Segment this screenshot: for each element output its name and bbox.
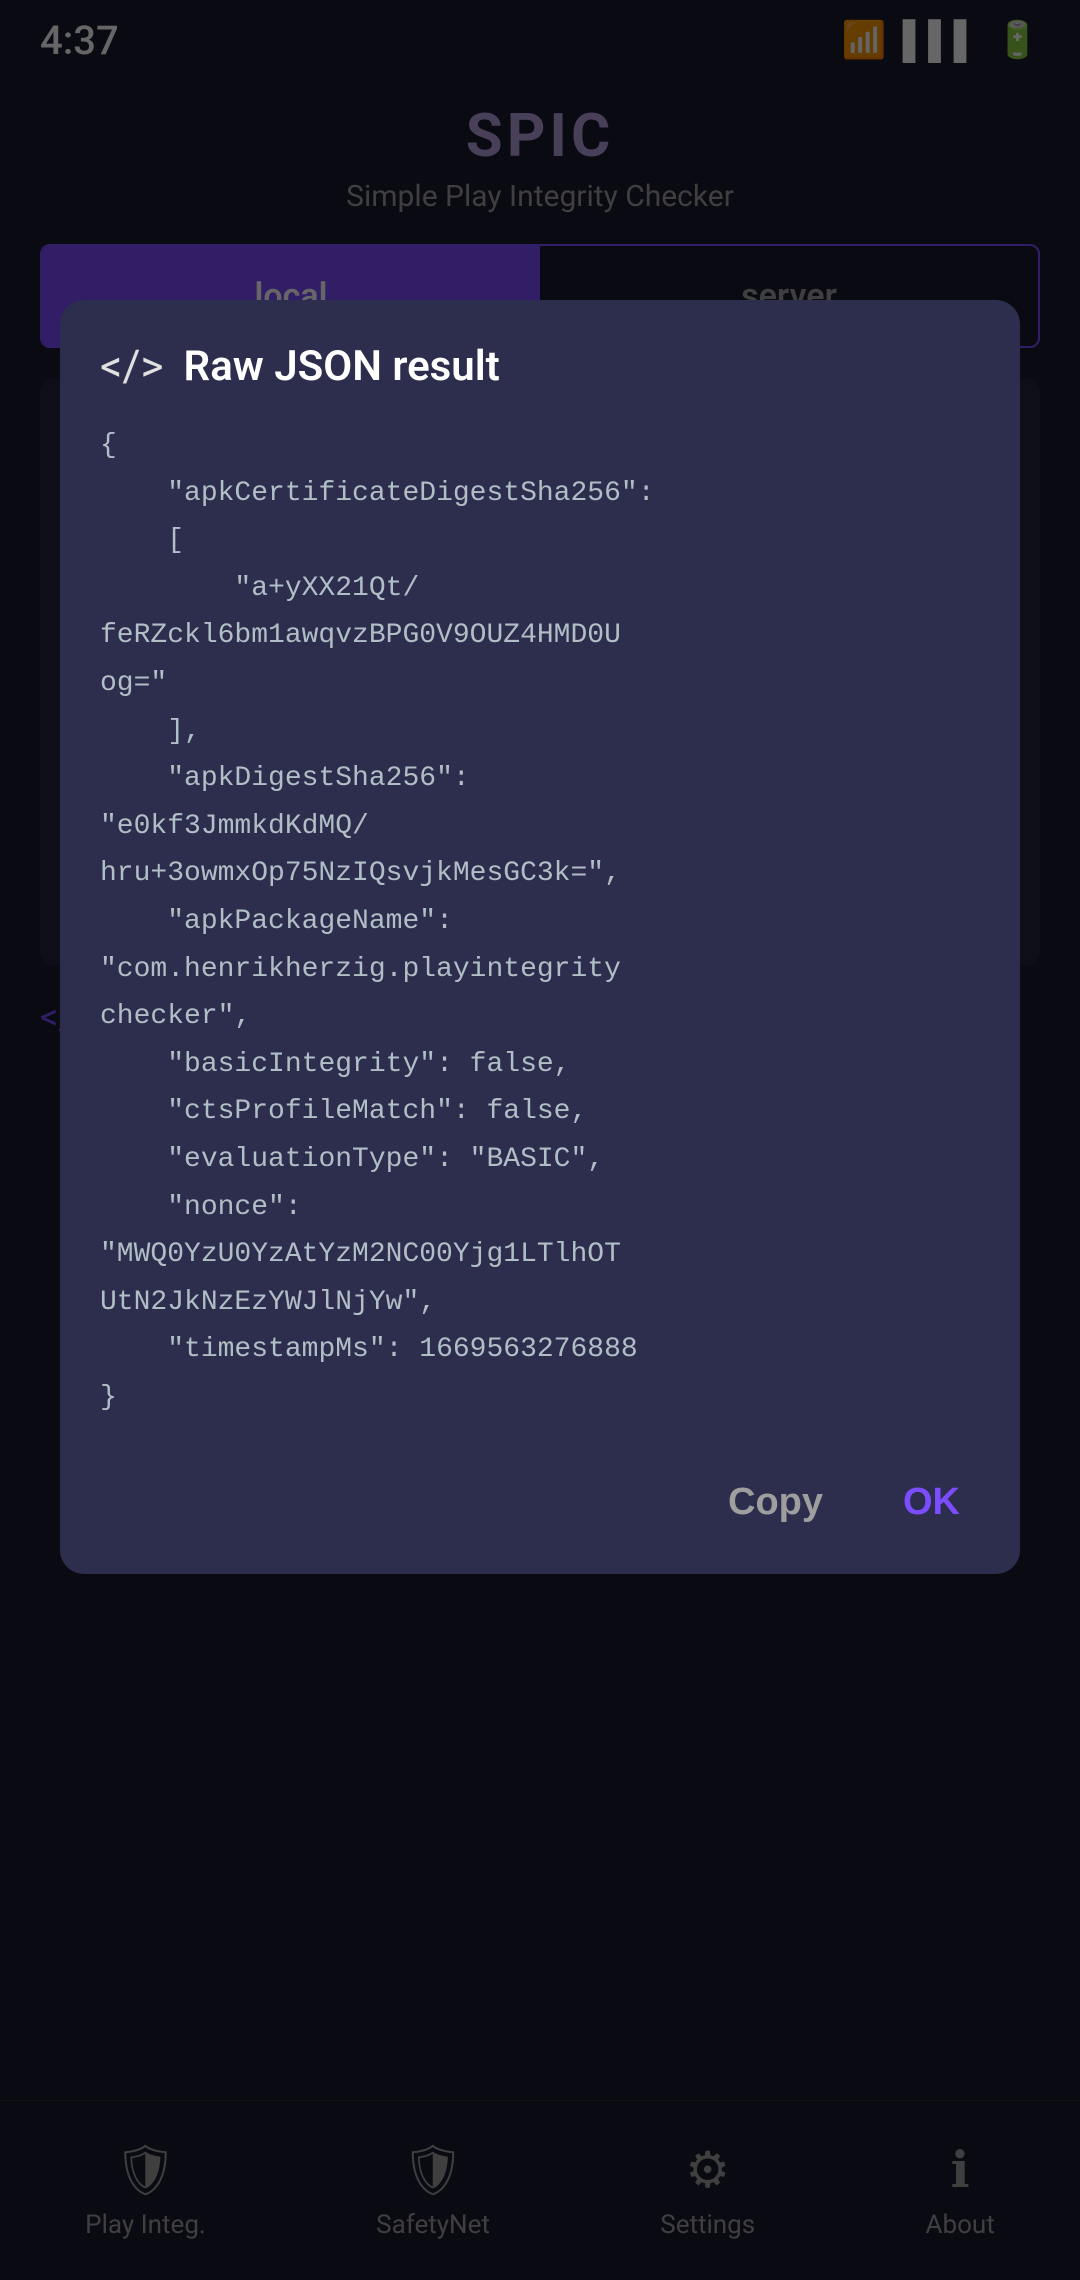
raw-json-dialog: </> Raw JSON result { "apkCertificateDig… <box>60 300 1020 1574</box>
dialog-code-icon: </> <box>100 340 164 392</box>
dialog-json-text: { "apkCertificateDigestSha256": [ "a+yXX… <box>100 422 980 1421</box>
ok-button[interactable]: OK <box>883 1471 980 1534</box>
dialog-actions: Copy OK <box>60 1451 1020 1574</box>
dialog-content: { "apkCertificateDigestSha256": [ "a+yXX… <box>60 412 1020 1451</box>
dialog-title: Raw JSON result <box>184 342 500 391</box>
dialog-title-row: </> Raw JSON result <box>60 300 1020 412</box>
copy-button[interactable]: Copy <box>708 1471 843 1534</box>
